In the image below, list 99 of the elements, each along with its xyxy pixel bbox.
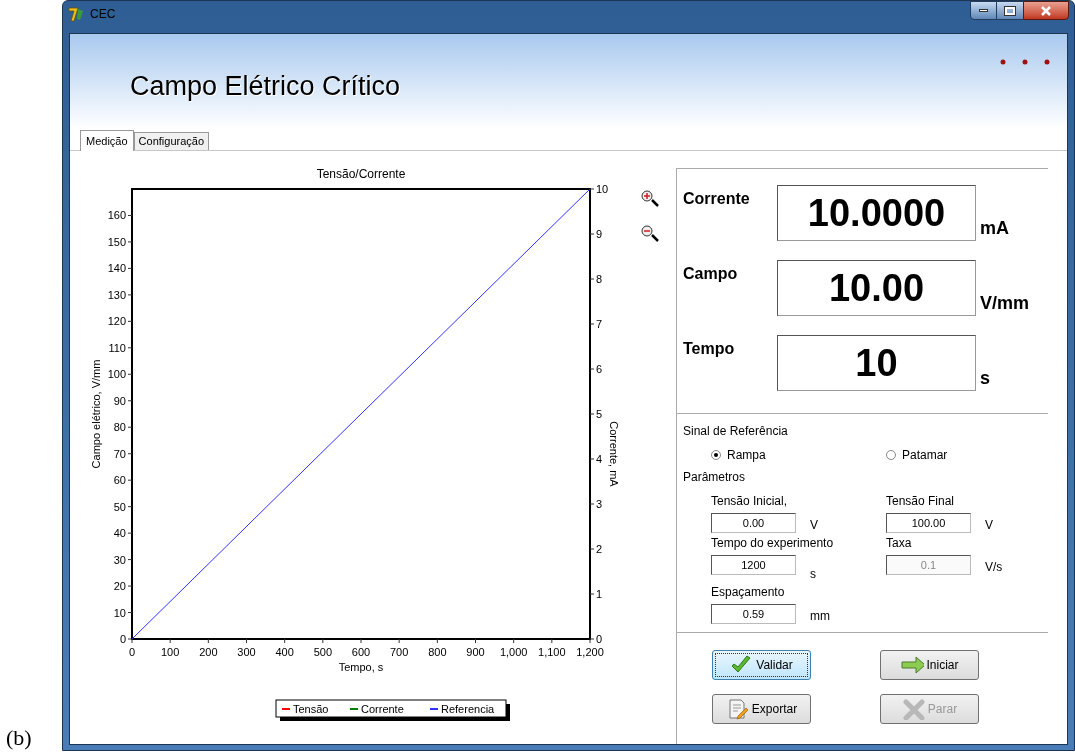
tick-label: 500 (313, 646, 332, 658)
tick-label: 110 (108, 341, 126, 354)
arrow-icon (900, 654, 925, 676)
field-label: Espaçamento (711, 584, 786, 601)
field-label: Tensão Final (886, 493, 956, 510)
header-title: Campo Elétrico Crítico (130, 70, 401, 104)
figure-label: (b) (6, 724, 33, 752)
tick-label: 20 (113, 580, 126, 593)
tick-label: 100 (161, 646, 180, 658)
tick-label: 200 (199, 646, 218, 658)
tick-label: 800 (428, 646, 447, 658)
readout-label: Tempo (683, 339, 736, 359)
radio-button[interactable] (886, 450, 896, 460)
unit-label: s (810, 566, 816, 583)
tick-label: 90 (113, 394, 126, 407)
minimize-button[interactable] (970, 1, 997, 20)
tick-label: 70 (113, 447, 126, 460)
input-field[interactable]: 100.00 (886, 513, 971, 533)
tick-label: 900 (466, 646, 485, 658)
maximize-button[interactable] (997, 1, 1023, 20)
section-title: Sinal de Referência (683, 423, 789, 440)
unit-label: V (985, 517, 993, 534)
unit-label: mA (980, 217, 1009, 240)
tick-label: 40 (113, 527, 126, 540)
tick-label: 3 (596, 498, 603, 510)
readout-label: Campo (683, 264, 739, 284)
tick-label: 7 (596, 318, 603, 330)
tick-label: 1 (596, 588, 603, 600)
tick-label: 130 (107, 288, 126, 301)
readout-display: 10.0000 (777, 185, 976, 241)
tick-label: 5 (596, 408, 603, 420)
tick-label: 60 (113, 474, 126, 487)
tick-label: 0 (128, 646, 136, 658)
unit-label: s (980, 367, 990, 390)
zoom-out-icon[interactable] (641, 225, 659, 242)
close-button[interactable] (1023, 1, 1069, 20)
input-field[interactable]: 1200 (711, 555, 796, 575)
tick-label: 8 (596, 273, 603, 285)
app-icon (68, 6, 86, 22)
tick-label: 0 (596, 633, 603, 645)
tab[interactable]: Configuração (133, 132, 209, 150)
tick-label: 120 (107, 315, 126, 328)
readout-display: 10 (777, 335, 976, 391)
radio-option[interactable]: Patamar (886, 446, 948, 464)
unit-label: V/s (985, 559, 1003, 576)
tick-label: 10 (596, 183, 609, 195)
legend-label: Corrente (361, 703, 404, 715)
tick-label: 300 (237, 646, 256, 658)
window-title: CEC (90, 6, 116, 23)
tick-label: 1,100 (538, 646, 566, 658)
dots-icon[interactable] (999, 58, 1051, 66)
tick-label: 1,200 (576, 646, 604, 658)
close-icon (1040, 5, 1052, 16)
input-field[interactable]: 0.59 (711, 604, 796, 624)
input-field[interactable]: 0.00 (711, 513, 796, 533)
axis-title: Corrente, mA (608, 421, 620, 487)
cross-icon (901, 698, 926, 720)
radio-label: Rampa (727, 447, 766, 464)
tick-label: 140 (107, 262, 126, 275)
radio-button[interactable] (711, 450, 721, 460)
radio-option[interactable]: Rampa (683, 446, 886, 464)
axis-title: Tempo, s (338, 661, 384, 673)
tick-label: 10 (113, 606, 126, 619)
minimize-icon (979, 9, 988, 12)
legend-label: Referencia (441, 703, 495, 715)
tick-label: 9 (596, 228, 603, 240)
tick-label: 600 (351, 646, 371, 658)
axis-title: Campo elétrico, V/mm (90, 359, 102, 469)
field-label: Taxa (886, 535, 913, 552)
legend-label: Tensão (293, 703, 329, 715)
tick-label: 4 (596, 453, 603, 465)
action-button[interactable]: Exportar (712, 694, 811, 724)
section-title: Parâmetros (683, 469, 747, 486)
tick-label: 700 (390, 646, 409, 658)
tick-label: 2 (596, 543, 603, 555)
tick-label: 80 (113, 421, 126, 434)
readout-label: Corrente (683, 189, 751, 209)
chart-title: Tensão/Corrente (316, 167, 406, 181)
unit-label: V (810, 517, 818, 534)
unit-label: mm (810, 608, 830, 625)
field-label: Tensão Inicial, (711, 493, 789, 510)
action-button[interactable]: Iniciar (880, 650, 979, 680)
tick-label: 100 (107, 368, 126, 381)
tick-label: 30 (113, 553, 126, 566)
tick-label: 160 (107, 209, 126, 222)
tick-label: 150 (107, 235, 126, 248)
tick-label: 1,000 (499, 646, 528, 658)
tick-label: 400 (275, 646, 294, 658)
tick-label: 50 (113, 500, 126, 513)
maximize-icon (1005, 6, 1015, 15)
field-label: Tempo do experimento (711, 535, 835, 552)
readout-display: 10.00 (777, 260, 976, 316)
tick-label: 6 (596, 363, 603, 375)
unit-label: V/mm (980, 292, 1030, 315)
zoom-in-icon[interactable] (641, 190, 659, 207)
tick-label: 0 (119, 633, 126, 645)
tab[interactable]: Medição (80, 130, 134, 151)
radio-label: Patamar (902, 447, 948, 464)
action-button[interactable]: Validar (712, 650, 811, 680)
